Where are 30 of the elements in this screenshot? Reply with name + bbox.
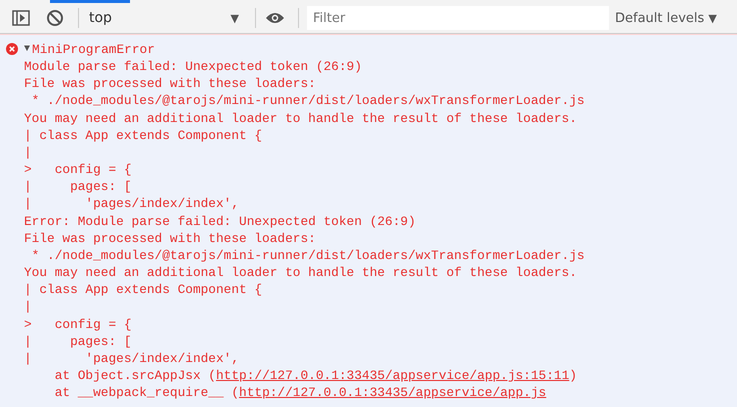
levels-dropdown[interactable]: Default levels ▼ (611, 10, 721, 26)
error-text-line: File was processed with these loaders: (24, 230, 317, 247)
error-text-line: > config = { (24, 161, 133, 178)
error-text-line: You may need an additional loader to handle the result of these loaders. (24, 264, 578, 282)
filter-field[interactable]: Filter (307, 6, 609, 30)
source-link[interactable]: http://127.0.0.1:33435/appservice/app.js:15:11 (216, 366, 570, 384)
error-text-line: | (24, 144, 33, 162)
error-text-line: > config = { (24, 316, 133, 333)
error-text-line: | (24, 298, 33, 316)
error-text-line: | pages: [ (24, 332, 133, 350)
source-link[interactable]: http://127.0.0.1:33435/appservice/app.js (239, 384, 546, 402)
error-text-line: | 'pages/index/index', (24, 195, 240, 213)
clear-console-icon[interactable] (44, 7, 66, 29)
stack-frame-text: at __webpack_require__ ( (54, 384, 240, 402)
error-title: MiniProgramError (32, 41, 155, 58)
error-text-line: | pages: [ (24, 178, 133, 196)
error-text-line: | class App extends Component { (24, 126, 264, 144)
stack-frame-text: ) (569, 366, 577, 384)
stack-frame-text: at Object.srcAppJsx ( (54, 366, 216, 384)
error-text-line: * ./node_modules/@tarojs/mini-runner/dist/loaders/wxTransformerLoader.js (30, 246, 585, 264)
error-text-line: | class App extends Component { (24, 281, 264, 298)
error-text-line: Module parse failed: Unexpected token (26:9) (24, 58, 363, 76)
context-dropdown[interactable]: top ▼ (87, 6, 247, 30)
error-text-line: * ./node_modules/@tarojs/mini-runner/dist/loaders/wxTransformerLoader.js (30, 92, 585, 110)
expand-toggle[interactable]: ▼ (24, 41, 30, 58)
error-text-line: | 'pages/index/index', (24, 350, 240, 367)
error-text-line: You may need an additional loader to handle the result of these loaders. (24, 110, 578, 127)
error-text-line: Error: Module parse failed: Unexpected token (26:9) (24, 212, 417, 230)
error-text-line: File was processed with these loaders: (24, 75, 317, 92)
error-icon (6, 43, 18, 55)
